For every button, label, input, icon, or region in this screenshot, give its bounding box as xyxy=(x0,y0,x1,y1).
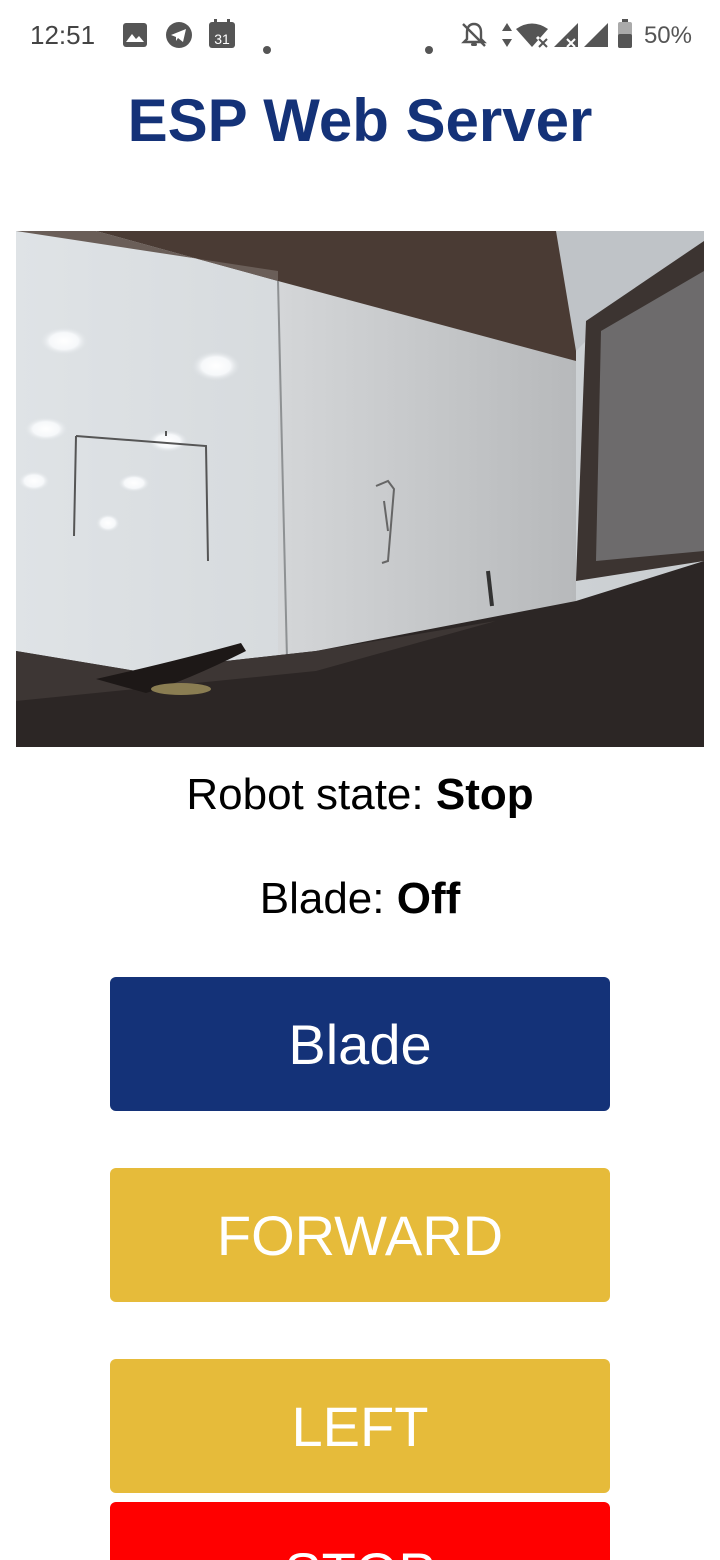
calendar-day: 31 xyxy=(214,31,230,47)
wifi-off-icon xyxy=(515,22,549,55)
robot-state-value: Stop xyxy=(435,770,534,819)
robot-state-label: Robot state: xyxy=(186,770,424,819)
dot-icon xyxy=(424,31,434,62)
blade-state-label: Blade: xyxy=(259,874,385,923)
dot-icon xyxy=(262,31,272,62)
signal-icon xyxy=(583,22,609,55)
page: 12:51 31 50% ESP Web Server Robot state:… xyxy=(0,0,720,1560)
status-time: 12:51 xyxy=(30,20,96,50)
image-icon xyxy=(122,22,148,55)
robot-state-line: Robot state: Stop xyxy=(0,770,720,820)
page-title: ESP Web Server xyxy=(127,87,593,154)
blade-state-line: Blade: Off xyxy=(0,874,720,924)
signal-icon xyxy=(553,22,579,55)
forward-button[interactable]: FORWARD xyxy=(110,1168,610,1302)
battery-icon xyxy=(617,19,633,56)
stop-button[interactable]: STOP xyxy=(110,1502,610,1560)
camera-stream xyxy=(16,231,704,747)
blade-state-value: Off xyxy=(396,874,461,923)
blade-button[interactable]: Blade xyxy=(110,977,610,1111)
calendar-icon: 31 xyxy=(208,19,236,56)
status-bar: 12:51 31 50% xyxy=(0,0,720,72)
battery-percent: 50% xyxy=(643,22,692,49)
data-arrows-icon xyxy=(500,21,514,56)
left-button[interactable]: LEFT xyxy=(110,1359,610,1493)
bell-off-icon xyxy=(460,21,488,56)
telegram-icon xyxy=(165,21,193,56)
